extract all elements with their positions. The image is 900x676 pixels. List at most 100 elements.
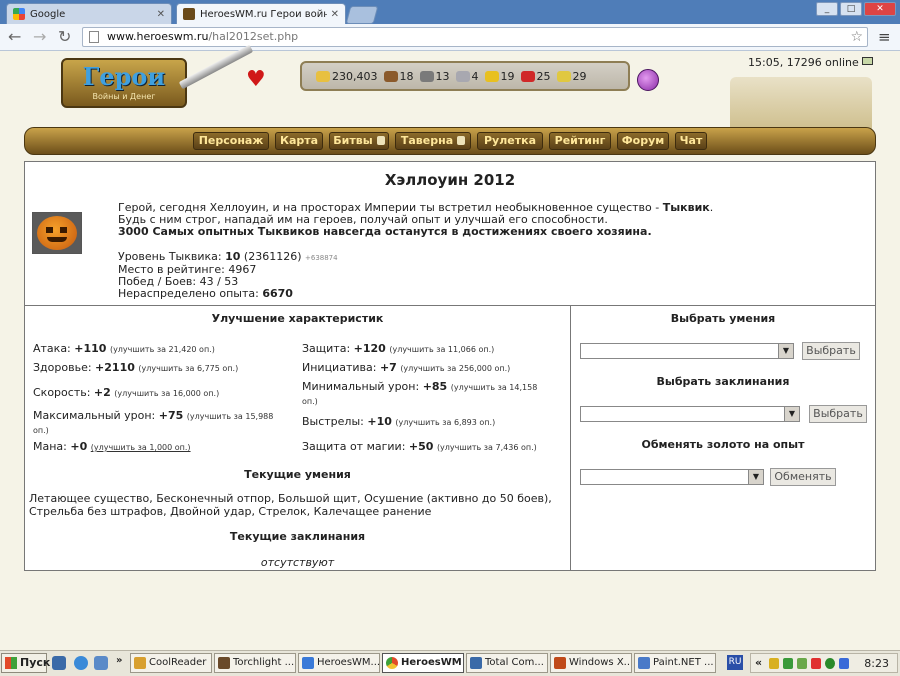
close-icon[interactable]: ✕ (331, 9, 339, 20)
resources-bar: 230,403 18 13 4 19 25 29 (300, 61, 630, 91)
start-button[interactable]: Пуск (1, 653, 50, 673)
tab-google[interactable]: Google ✕ (6, 3, 172, 24)
gems-icon (556, 70, 571, 82)
new-tab-button[interactable] (345, 6, 379, 24)
taskbar-item[interactable]: HeroesWM... (298, 653, 380, 673)
quicklaunch-icon[interactable] (94, 656, 108, 670)
choose-skill-button[interactable]: Выбрать (802, 342, 860, 360)
nav-map[interactable]: Карта (275, 132, 323, 150)
tray-icon[interactable] (769, 658, 779, 669)
windows-logo-icon (5, 657, 17, 669)
minimize-button[interactable]: _ (816, 2, 838, 16)
nav-rating[interactable]: Рейтинг (549, 132, 611, 150)
upgrade-speed-link[interactable]: (улучшить за 16,000 оп.) (114, 389, 219, 398)
upgrade-attack-link[interactable]: (улучшить за 21,420 оп.) (110, 345, 215, 354)
nav-forum[interactable]: Форум (617, 132, 669, 150)
taskbar-item[interactable]: Paint.NET ... (634, 653, 716, 673)
internet-explorer-icon[interactable] (74, 656, 88, 670)
stat-magic-defense: Защита от магии: +50 (улучшить за 7,436 … (302, 440, 537, 453)
skills-select[interactable]: ▼ (580, 343, 794, 359)
upgrade-defense-link[interactable]: (улучшить за 11,066 оп.) (389, 345, 494, 354)
tray-expand-icon[interactable]: « (755, 656, 762, 669)
taskbar-item[interactable]: Total Com... (466, 653, 548, 673)
choose-spell-button[interactable]: Выбрать (809, 405, 867, 423)
wood-icon (383, 70, 398, 82)
address-bar[interactable]: www.heroeswm.ru/hal2012set.php ☆ (82, 27, 868, 47)
stat-max-damage: Максимальный урон: +75 (улучшить за 15,9… (33, 409, 274, 435)
tab-title: HeroesWM.ru Герои войны и (200, 8, 327, 20)
upgrade-magic-defense-link[interactable]: (улучшить за 7,436 оп.) (437, 443, 537, 452)
windows-explorer-icon (554, 657, 566, 669)
upgrades-heading: Улучшение характеристик (211, 312, 384, 325)
nav-character[interactable]: Персонаж (193, 132, 269, 150)
tray-icon[interactable] (797, 658, 807, 669)
gold-exchange-select[interactable]: ▼ (580, 469, 764, 485)
nav-roulette[interactable]: Рулетка (477, 132, 543, 150)
taskbar-clock: 8:23 (864, 657, 889, 670)
forward-arrow-icon[interactable]: → (33, 28, 46, 46)
stat-attack: Атака: +110 (улучшить за 21,420 оп.) (33, 342, 215, 355)
sulfur-icon (484, 70, 499, 82)
nav-chat[interactable]: Чат (675, 132, 707, 150)
current-spells-value: отсутствуют (260, 556, 335, 569)
heroes-icon (183, 8, 195, 20)
taskbar-item[interactable]: Torchlight ... (214, 653, 296, 673)
battles-badge-icon (376, 136, 385, 145)
upgrade-health-link[interactable]: (улучшить за 6,775 оп.) (138, 364, 238, 373)
upgrade-shots-link[interactable]: (улучшить за 6,893 оп.) (395, 418, 495, 427)
exchange-button[interactable]: Обменять (770, 468, 836, 486)
free-exp: Нераспределено опыта: 6670 (118, 287, 293, 300)
taskbar-item[interactable]: Windows X... (550, 653, 632, 673)
resource-gems: 29 (556, 70, 587, 83)
pumpkin-eye (60, 227, 67, 233)
pumpkin-icon (37, 216, 77, 250)
logo-title: Герои (82, 62, 166, 91)
upgrade-initiative-link[interactable]: (улучшить за 256,000 оп.) (400, 364, 510, 373)
divider (25, 305, 875, 306)
windows-taskbar: Пуск » CoolReader Torchlight ... HeroesW… (0, 650, 900, 676)
save-icon[interactable] (52, 656, 66, 670)
browser-menu-icon[interactable]: ≡ (878, 29, 891, 45)
potion-icon[interactable] (637, 69, 659, 91)
chevron-down-icon: ▼ (748, 470, 763, 484)
taskbar-item-active[interactable]: HeroesWM (382, 653, 464, 673)
pumpkin-eye (46, 227, 53, 233)
spells-select[interactable]: ▼ (580, 406, 800, 422)
site-logo[interactable]: Герои Войны и Денег (61, 58, 187, 108)
tray-icon[interactable] (839, 658, 849, 669)
chevron-down-icon: ▼ (784, 407, 799, 421)
page-icon (89, 31, 99, 43)
quicklaunch-expand-icon[interactable]: » (116, 655, 122, 666)
tray-icon[interactable] (783, 658, 793, 669)
choose-skills-heading: Выбрать умения (670, 312, 776, 325)
nav-battles[interactable]: Битвы (329, 132, 389, 150)
page-content: 15:05, 17296 online Герои Войны и Денег … (0, 44, 900, 650)
stat-initiative: Инициатива: +7 (улучшить за 256,000 оп.) (302, 361, 511, 374)
resource-ore: 13 (419, 70, 450, 83)
creature-portrait (32, 212, 82, 254)
logo-subtitle: Войны и Денег (92, 92, 156, 101)
site-header: Герои Войны и Денег ♥ 230,403 18 13 4 19… (24, 44, 876, 155)
upgrade-mana-link[interactable]: (улучшить за 1,000 оп.) (91, 443, 191, 452)
stat-defense: Защита: +120 (улучшить за 11,066 оп.) (302, 342, 495, 355)
close-window-button[interactable]: ✕ (864, 2, 896, 16)
nav-tavern[interactable]: Таверна (395, 132, 471, 150)
close-icon[interactable]: ✕ (157, 9, 165, 20)
resource-crystal: 25 (520, 70, 551, 83)
bookmark-star-icon[interactable]: ☆ (850, 28, 863, 46)
heart-icon[interactable]: ♥ (246, 69, 266, 91)
exchange-gold-heading: Обменять золото на опыт (641, 438, 805, 451)
reload-icon[interactable]: ↻ (58, 28, 71, 46)
yandex-icon[interactable] (811, 658, 821, 669)
resource-gold: 230,403 (316, 70, 378, 83)
gold-icon (316, 70, 330, 82)
tab-heroeswm[interactable]: HeroesWM.ru Герои войны и ✕ (176, 3, 346, 24)
maximize-button[interactable]: □ (840, 2, 862, 16)
language-indicator[interactable]: RU (727, 655, 743, 670)
back-arrow-icon[interactable]: ← (8, 28, 21, 46)
taskbar-item[interactable]: CoolReader (130, 653, 212, 673)
tray-icon[interactable] (825, 658, 835, 669)
total-commander-icon (470, 657, 482, 669)
stat-speed: Скорость: +2 (улучшить за 16,000 оп.) (33, 386, 220, 399)
coolreader-icon (134, 657, 146, 669)
